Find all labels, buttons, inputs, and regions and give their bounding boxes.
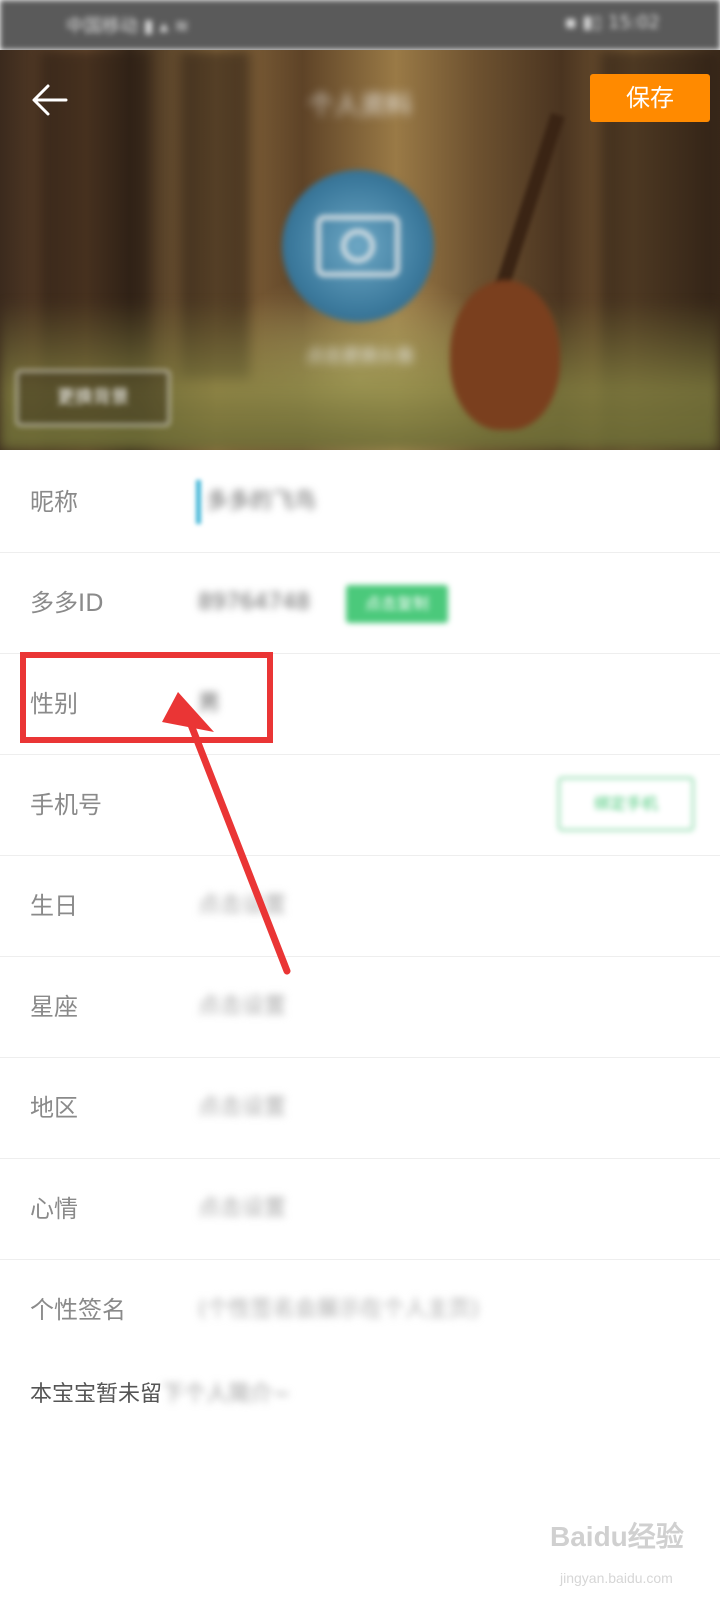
watermark-url: jingyan.baidu.com (560, 1570, 673, 1586)
arrow-head (162, 692, 214, 732)
annotation-arrow-icon (162, 692, 291, 975)
baidu-watermark-logo: Baidu经验 (550, 1521, 684, 1552)
